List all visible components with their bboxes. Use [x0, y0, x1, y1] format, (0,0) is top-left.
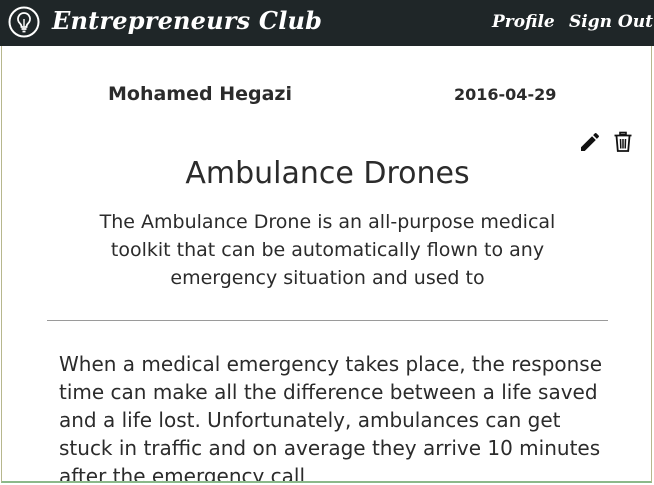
post-body: When a medical emergency takes place, th… [59, 352, 603, 483]
top-navbar: Entrepreneurs Club Profile Sign Out [0, 0, 654, 46]
trash-icon[interactable] [611, 130, 635, 154]
divider [47, 320, 608, 321]
profile-link[interactable]: Profile [492, 10, 555, 34]
post-author: Mohamed Hegazi [108, 83, 292, 105]
post-card: Mohamed Hegazi 2016-04-29 Ambulance Dron… [1, 46, 652, 483]
post-title: Ambulance Drones [185, 156, 470, 191]
brand-title[interactable]: Entrepreneurs Club [52, 4, 322, 38]
pencil-icon[interactable] [578, 130, 602, 154]
sign-out-link[interactable]: Sign Out [569, 10, 653, 34]
post-date: 2016-04-29 [454, 85, 557, 104]
post-summary: The Ambulance Drone is an all-purpose me… [99, 211, 556, 289]
lightbulb-icon[interactable] [8, 6, 40, 38]
